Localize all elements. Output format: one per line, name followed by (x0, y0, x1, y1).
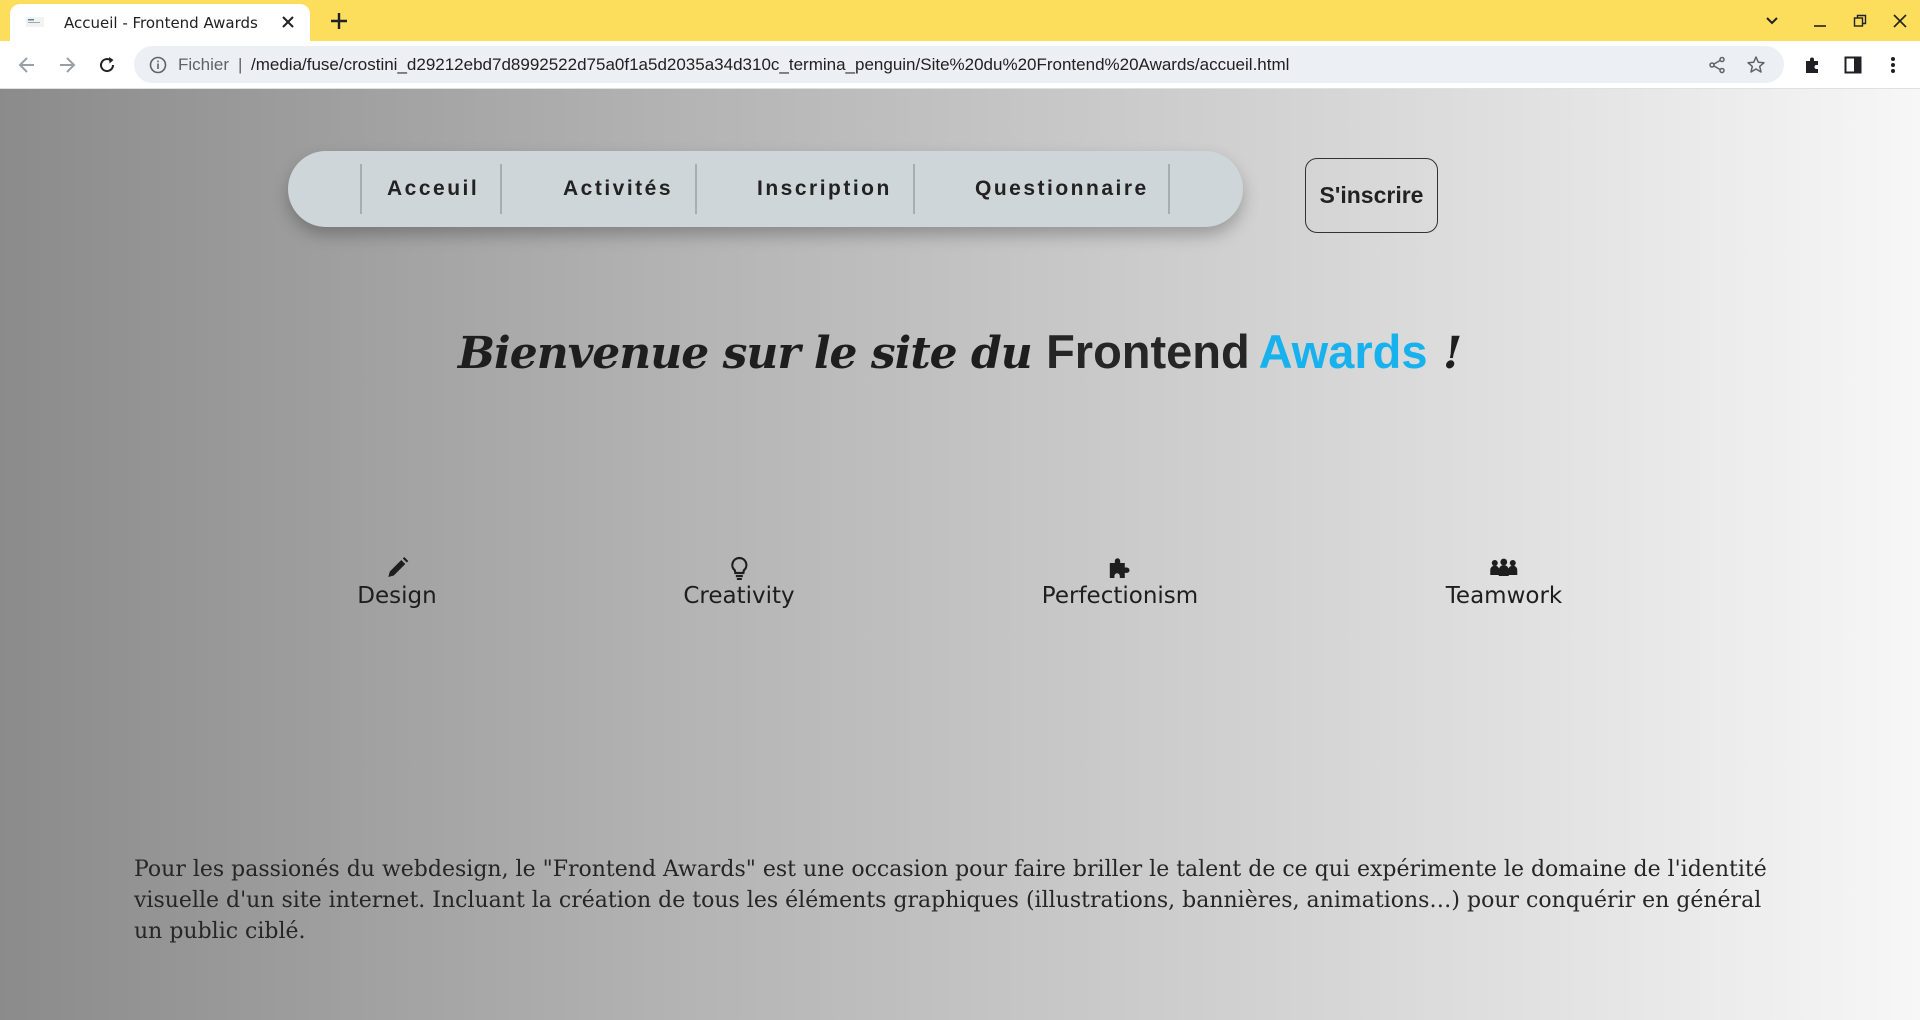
main-navigation: Acceuil Activités Inscription Questionna… (288, 151, 1243, 227)
menu-button[interactable] (1877, 49, 1909, 81)
lightbulb-icon (730, 556, 748, 580)
close-icon (1893, 14, 1907, 28)
page-content: Acceuil Activités Inscription Questionna… (0, 89, 1920, 1020)
signup-button[interactable]: S'inscrire (1305, 158, 1438, 233)
minimize-icon (1814, 25, 1826, 27)
extensions-button[interactable] (1797, 49, 1829, 81)
nav-item-activites[interactable]: Activités (563, 151, 673, 227)
new-tab-button[interactable] (324, 6, 354, 36)
title-intro: Bienvenue sur le site du (457, 328, 1047, 379)
site-favicon-icon (26, 17, 44, 27)
feature-creativity: Creativity (683, 555, 795, 609)
browser-tab-strip: Accueil - Frontend Awards (0, 0, 1920, 41)
tab-search-button[interactable] (1759, 8, 1785, 34)
address-bar[interactable]: Fichier | /media/fuse/crostini_d29212ebd… (134, 46, 1784, 83)
side-panel-button[interactable] (1837, 49, 1869, 81)
feature-perfectionism: Perfectionism (1042, 555, 1198, 609)
people-group-icon (1490, 558, 1518, 576)
restore-button[interactable] (1847, 8, 1873, 34)
star-icon (1747, 56, 1765, 73)
nav-divider (913, 164, 915, 214)
back-button[interactable] (11, 49, 43, 81)
tab-title: Accueil - Frontend Awards (64, 14, 258, 32)
nav-item-questionnaire[interactable]: Questionnaire (975, 151, 1149, 227)
arrow-right-icon (60, 57, 76, 73)
scheme-separator: | (238, 55, 243, 74)
restore-icon (1853, 14, 1867, 27)
intro-paragraph: Pour les passionés du webdesign, le "Fro… (134, 857, 1767, 944)
title-end: ! (1427, 328, 1463, 379)
arrow-left-icon (18, 57, 34, 73)
bookmark-button[interactable] (1743, 52, 1769, 78)
feature-label: Perfectionism (1041, 583, 1199, 609)
minimize-button[interactable] (1807, 8, 1833, 34)
reload-icon (100, 57, 115, 73)
url-text[interactable]: /media/fuse/crostini_d29212ebd7d8992522d… (251, 55, 1289, 75)
title-accent: Awards (1258, 325, 1428, 378)
plus-icon (331, 13, 347, 29)
feature-label: Teamwork (1445, 583, 1563, 609)
feature-design: Design (357, 555, 437, 609)
forward-button[interactable] (51, 49, 83, 81)
scheme-label: Fichier (178, 55, 230, 74)
feature-label: Creativity (683, 583, 795, 609)
browser-tab[interactable]: Accueil - Frontend Awards (10, 4, 310, 41)
nav-item-acceuil[interactable]: Acceuil (387, 151, 479, 227)
nav-divider (500, 164, 502, 214)
reload-button[interactable] (91, 49, 123, 81)
feature-label: Design (357, 583, 437, 609)
nav-divider (1168, 164, 1170, 214)
close-tab-icon[interactable] (276, 10, 300, 34)
nav-item-inscription[interactable]: Inscription (757, 151, 892, 227)
nav-divider (695, 164, 697, 214)
side-panel-icon (1844, 56, 1862, 74)
pencil-icon (387, 557, 408, 577)
share-icon (1709, 56, 1725, 74)
page-title: Bienvenue sur le site du Frontend Awards… (0, 324, 1920, 379)
more-vertical-icon (1891, 57, 1895, 73)
browser-toolbar: Fichier | /media/fuse/crostini_d29212ebd… (0, 41, 1920, 89)
chevron-down-icon (1766, 17, 1778, 25)
close-window-button[interactable] (1887, 8, 1913, 34)
nav-divider (360, 164, 362, 214)
puzzle-icon (1109, 558, 1130, 578)
puzzle-icon (1806, 57, 1818, 73)
title-brand: Frontend (1046, 325, 1250, 378)
info-icon[interactable] (148, 55, 168, 75)
feature-teamwork: Teamwork (1446, 555, 1562, 609)
share-button[interactable] (1704, 52, 1730, 78)
